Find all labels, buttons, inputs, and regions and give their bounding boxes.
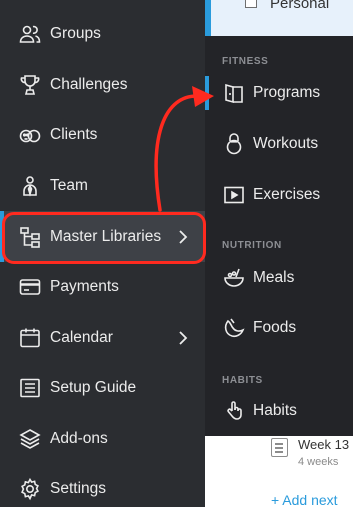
sidebar-item-label: Payments — [50, 277, 119, 295]
submenu-item-label: Programs — [253, 84, 321, 101]
week-subtitle: 4 weeks — [298, 456, 339, 468]
submenu-item-label: Workouts — [253, 135, 319, 152]
sidebar-item-challenges[interactable]: Challenges — [0, 59, 205, 110]
gear-icon — [18, 477, 42, 501]
kettlebell-icon — [222, 132, 246, 156]
checkbox[interactable] — [245, 0, 257, 8]
sidebar-item-clients[interactable]: Clients — [0, 109, 205, 160]
sidebar-item-settings[interactable]: Settings — [0, 463, 205, 507]
section-header-nutrition: NUTRITION — [222, 240, 282, 251]
sidebar-item-label: Add-ons — [50, 429, 108, 447]
sidebar-item-groups[interactable]: Groups — [0, 8, 205, 59]
sidebar-item-payments[interactable]: Payments — [0, 261, 205, 312]
credit-card-icon — [18, 275, 42, 299]
submenu-item-meals[interactable]: Meals — [205, 255, 353, 301]
submenu-item-label: Foods — [253, 319, 297, 336]
trophy-icon — [18, 73, 42, 97]
sidebar-item-label: Challenges — [50, 75, 128, 93]
hand-icon — [222, 399, 246, 423]
play-icon — [222, 183, 246, 207]
fruit-icon — [222, 316, 246, 340]
book-icon — [222, 81, 246, 105]
sidebar-item-add-ons[interactable]: Add-ons — [0, 413, 205, 464]
layers-icon — [18, 427, 42, 451]
sidebar-item-label: Calendar — [50, 328, 113, 346]
sidebar-item-calendar[interactable]: Calendar — [0, 312, 205, 363]
sidebar-item-label: Groups — [50, 24, 101, 42]
submenu-item-foods[interactable]: Foods — [205, 305, 353, 351]
document-icon — [271, 438, 288, 457]
sidebar-item-label: Setup Guide — [50, 378, 137, 396]
team-icon — [18, 174, 42, 198]
add-next-link[interactable]: + Add next — [271, 492, 338, 507]
groups-icon — [18, 22, 42, 46]
chevron-right-icon — [176, 330, 190, 346]
submenu-item-label: Meals — [253, 269, 295, 286]
bowl-icon — [222, 266, 246, 290]
submenu-item-programs[interactable]: Programs — [205, 70, 353, 116]
submenu-item-exercises[interactable]: Exercises — [205, 172, 353, 218]
sidebar-item-label: Team — [50, 176, 88, 194]
sidebar-item-label: Clients — [50, 125, 98, 143]
section-header-habits: HABITS — [222, 375, 263, 386]
section-header-fitness: FITNESS — [222, 56, 269, 67]
calendar-icon — [18, 326, 42, 350]
sidebar-item-setup-guide[interactable]: Setup Guide — [0, 362, 205, 413]
sidebar-item-team[interactable]: Team — [0, 160, 205, 211]
program-item-label: Personal — [270, 0, 330, 12]
submenu-item-workouts[interactable]: Workouts — [205, 121, 353, 167]
submenu-item-habits[interactable]: Habits — [205, 388, 353, 434]
clients-icon — [18, 123, 42, 147]
submenu-item-label: Exercises — [253, 186, 321, 203]
checklist-icon — [18, 376, 42, 400]
submenu-item-label: Habits — [253, 402, 297, 419]
week-title: Week 13 — [298, 437, 350, 452]
annotation-highlight-box — [2, 212, 206, 264]
sidebar-item-label: Settings — [50, 479, 107, 497]
